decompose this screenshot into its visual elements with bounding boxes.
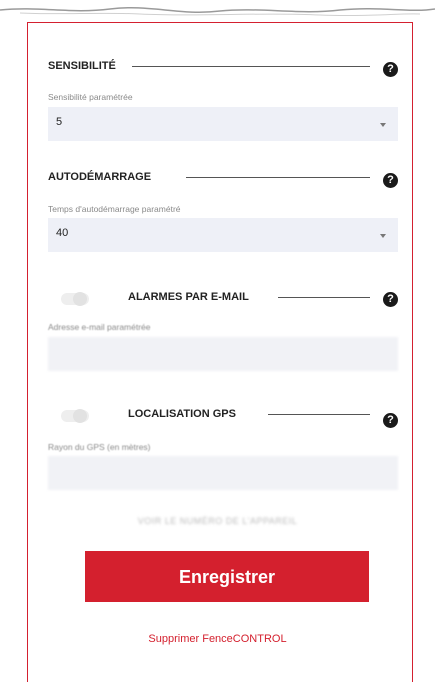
autodemarrage-help-icon[interactable]: ? <box>383 173 398 188</box>
sensibilite-help-icon[interactable]: ? <box>383 62 398 77</box>
gps-radius-input[interactable] <box>48 456 398 490</box>
sensibilite-value: 5 <box>56 116 63 128</box>
alarmes-toggle[interactable] <box>61 292 89 306</box>
autodemarrage-field-label: Temps d'autodémarrage paramétré <box>48 204 181 214</box>
chevron-down-icon <box>380 123 386 127</box>
section-divider <box>132 66 370 67</box>
autodemarrage-select[interactable]: 40 <box>48 218 398 252</box>
alarmes-field-label: Adresse e-mail paramétrée <box>48 322 151 332</box>
save-button[interactable]: Enregistrer <box>85 551 369 602</box>
section-divider <box>186 177 370 178</box>
gps-help-icon[interactable]: ? <box>383 413 398 428</box>
autodemarrage-title: AUTODÉMARRAGE <box>48 171 160 183</box>
gps-title: LOCALISATION GPS <box>128 408 244 420</box>
alarmes-title: ALARMES PAR E-MAIL <box>128 291 257 303</box>
chevron-down-icon <box>380 234 386 238</box>
toggle-knob <box>73 409 87 423</box>
email-input[interactable] <box>48 337 398 371</box>
autodemarrage-value: 40 <box>56 227 69 239</box>
sensibilite-field-label: Sensibilité paramétrée <box>48 92 133 102</box>
section-divider <box>278 297 370 298</box>
sensibilite-select[interactable]: 5 <box>48 107 398 141</box>
delete-fencecontrol-link[interactable]: Supprimer FenceCONTROL <box>0 633 435 645</box>
alarmes-help-icon[interactable]: ? <box>383 292 398 307</box>
toggle-knob <box>73 292 87 306</box>
section-divider <box>268 414 370 415</box>
gps-field-label: Rayon du GPS (en mètres) <box>48 442 151 452</box>
sensibilite-title: SENSIBILITÉ <box>48 60 124 72</box>
torn-paper-edge <box>0 0 435 22</box>
gps-toggle[interactable] <box>61 409 89 423</box>
blurred-device-number: VOIR LE NUMÉRO DE L'APPAREIL <box>137 516 298 526</box>
